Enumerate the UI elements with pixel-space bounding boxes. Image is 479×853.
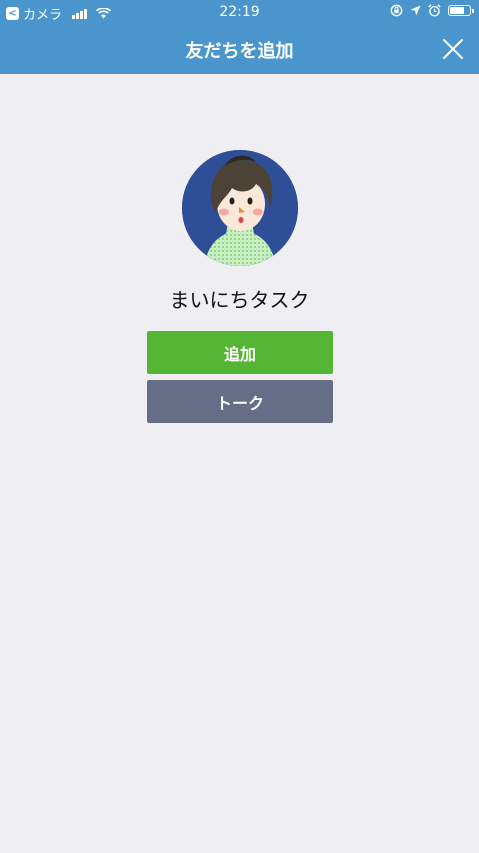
- nav-bar: 友だちを追加: [0, 24, 479, 74]
- talk-label: トーク: [215, 393, 264, 413]
- talk-button[interactable]: トーク: [147, 380, 333, 423]
- orientation-lock-icon: [390, 4, 403, 17]
- page-title: 友だちを追加: [185, 41, 294, 62]
- close-icon[interactable]: [441, 37, 465, 61]
- add-friend-button[interactable]: 追加: [147, 331, 333, 374]
- add-friend-label: 追加: [223, 344, 256, 364]
- status-bar: < カメラ 22:19: [0, 0, 479, 24]
- location-arrow-icon: [410, 5, 421, 16]
- battery-icon: [448, 5, 474, 16]
- profile-name: まいにちタスク: [169, 288, 310, 312]
- status-right: [390, 4, 474, 17]
- battery-level: [450, 7, 465, 14]
- profile-illustration: [182, 150, 298, 266]
- avatar: [182, 150, 298, 266]
- alarm-icon: [428, 4, 441, 17]
